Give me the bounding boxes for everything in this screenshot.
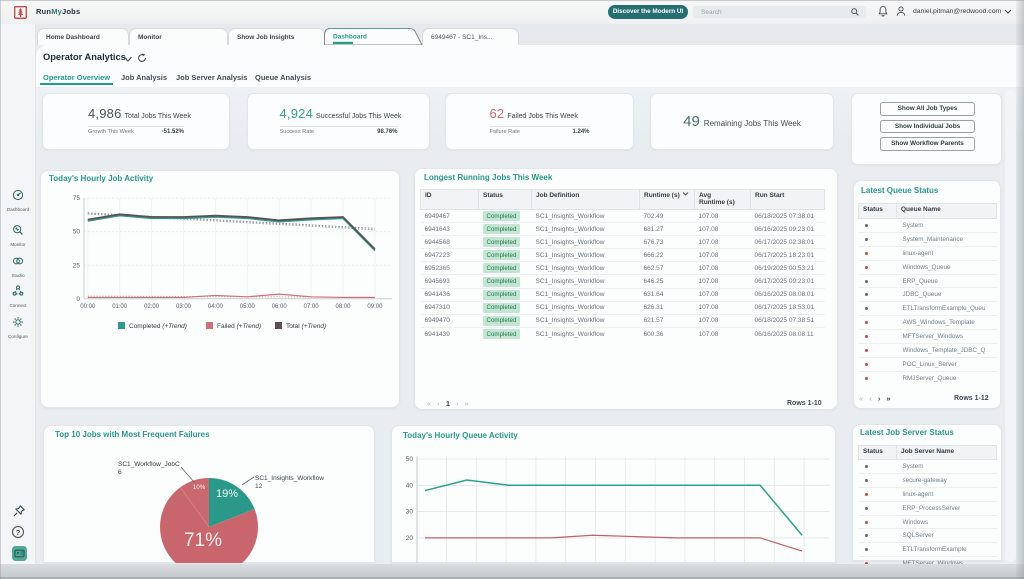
- svg-text:10%: 10%: [193, 484, 206, 491]
- svg-text:08:00: 08:00: [335, 304, 351, 310]
- svg-text:30: 30: [406, 509, 414, 516]
- svg-text:01:00: 01:00: [112, 304, 128, 310]
- svg-text:20: 20: [406, 535, 414, 542]
- svg-text:0: 0: [76, 296, 80, 303]
- svg-text:04:00: 04:00: [208, 304, 224, 310]
- svg-text:05:00: 05:00: [240, 304, 256, 310]
- svg-text:Dashboard: Dashboard: [333, 34, 367, 41]
- svg-text:07:00: 07:00: [304, 304, 320, 310]
- svg-text:06:00: 06:00: [272, 304, 288, 310]
- svg-text:Failed (+Trend): Failed (+Trend): [217, 323, 261, 330]
- svg-text:40: 40: [406, 482, 414, 489]
- svg-text:00:00: 00:00: [80, 304, 96, 310]
- svg-text:75: 75: [73, 195, 81, 202]
- svg-text:SC1_Insights_Workflow: SC1_Insights_Workflow: [255, 475, 324, 482]
- svg-text:09:00: 09:00: [367, 304, 383, 310]
- svg-text:Total (+Trend): Total (+Trend): [286, 323, 326, 330]
- svg-text:50: 50: [406, 456, 414, 463]
- svg-text:03:00: 03:00: [176, 304, 192, 310]
- svg-text:50: 50: [73, 229, 81, 236]
- svg-text:12: 12: [255, 483, 263, 490]
- svg-text:6: 6: [118, 469, 122, 476]
- svg-text:71%: 71%: [184, 530, 222, 551]
- svg-text:25: 25: [73, 262, 81, 269]
- svg-text:SC1_Workflow_JobC: SC1_Workflow_JobC: [118, 461, 180, 468]
- svg-text:19%: 19%: [216, 488, 238, 500]
- svg-text:Completed (+Trend): Completed (+Trend): [129, 323, 187, 330]
- svg-text:02:00: 02:00: [144, 304, 160, 310]
